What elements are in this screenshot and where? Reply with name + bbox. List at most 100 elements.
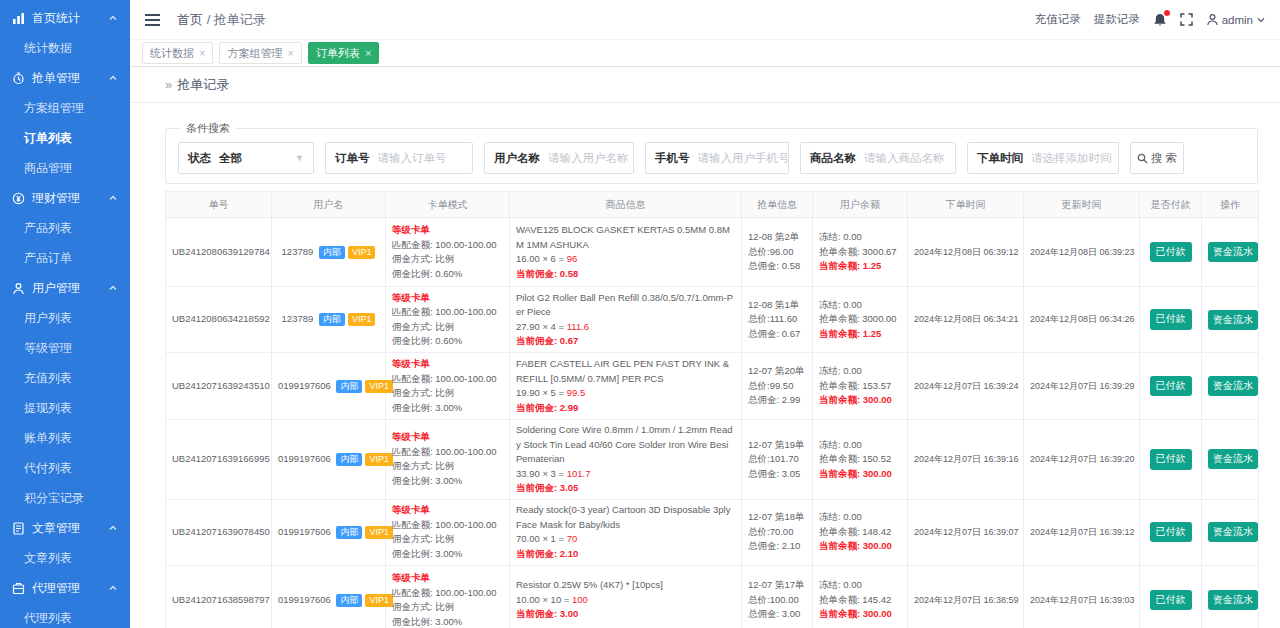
agent-icon [12, 582, 25, 595]
sidebar-item[interactable]: 商品管理 [0, 153, 130, 183]
sidebar-item[interactable]: 订单列表 [0, 123, 130, 153]
paid-badge: 已付款 [1150, 449, 1192, 470]
chart-icon [12, 12, 25, 25]
paid-status: 已付款 [1140, 565, 1202, 628]
fund-flow-button[interactable]: 资金流水 [1208, 590, 1258, 610]
fund-flow-button[interactable]: 资金流水 [1208, 310, 1258, 330]
balance-cell: 冻结: 0.00抢单余额: 145.42当前余额: 300.00 [813, 565, 908, 628]
col-header: 操作 [1202, 192, 1259, 218]
order-no: UB2412071638598797 [166, 565, 272, 628]
sidebar-section-2[interactable]: 理财管理 [0, 183, 130, 213]
close-icon[interactable]: × [199, 47, 205, 59]
vip-badge: VIP1 [365, 526, 393, 539]
updated-time: 2024年12月07日 16:39:29 [1024, 353, 1140, 420]
mode-cell: 等级卡单匹配金额: 100.00-100.00佣金方式: 比例佣金比例: 0.6… [386, 287, 510, 353]
sidebar-item[interactable]: 产品订单 [0, 243, 130, 273]
order-no: UB2412071639078450 [166, 499, 272, 565]
updated-time: 2024年12月08日 06:39:23 [1024, 218, 1140, 287]
sidebar-section-1[interactable]: 抢单管理 [0, 63, 130, 93]
fund-flow-button[interactable]: 资金流水 [1208, 376, 1258, 396]
order-no: UB2412071639166995 [166, 420, 272, 500]
status-select[interactable]: 状态 全部 ▼ [178, 142, 314, 174]
breadcrumb-home[interactable]: 首页 [177, 12, 203, 27]
product-cell: Resistor 0.25W 5% (4K7) * [10pcs]10.00 ×… [510, 565, 742, 628]
fund-flow-button[interactable]: 资金流水 [1208, 449, 1258, 469]
balance-cell: 冻结: 0.00抢单余额: 3000.67当前余额: 1.25 [813, 218, 908, 287]
order-no: UB2412080634218592 [166, 287, 272, 353]
search-field-订单号[interactable]: 订单号请输入订单号 [325, 142, 473, 174]
collapse-menu-icon[interactable] [145, 14, 160, 26]
breadcrumb: 首页 / 抢单记录 [177, 11, 266, 29]
search-field-用户名称[interactable]: 用户名称请输入用户名称 [484, 142, 634, 174]
tab-统计数据[interactable]: 统计数据× [142, 42, 213, 64]
balance-cell: 冻结: 0.00抢单余额: 148.42当前余额: 300.00 [813, 499, 908, 565]
username-cell: 0199197606 内部VIP1 [272, 353, 386, 420]
fund-flow-button[interactable]: 资金流水 [1208, 242, 1258, 262]
mode-cell: 等级卡单匹配金额: 100.00-100.00佣金方式: 比例佣金比例: 3.0… [386, 353, 510, 420]
search-button[interactable]: 搜 索 [1130, 142, 1184, 174]
vip-badge: VIP1 [365, 453, 393, 466]
action-cell: 资金流水 [1202, 353, 1259, 420]
col-header: 用户余额 [813, 192, 908, 218]
table-row: UB24120716385987970199197606 内部VIP1等级卡单匹… [166, 565, 1259, 628]
sidebar-section-0[interactable]: 首页统计 [0, 3, 130, 33]
chevron-up-icon [108, 583, 118, 593]
mode-cell: 等级卡单匹配金额: 100.00-100.00佣金方式: 比例佣金比例: 3.0… [386, 420, 510, 500]
grab-info-cell: 12-07 第17单总价:100.00总佣金: 3.00 [742, 565, 813, 628]
sidebar-section-4[interactable]: 文章管理 [0, 513, 130, 543]
fund-flow-button[interactable]: 资金流水 [1208, 522, 1258, 542]
search-field-下单时间[interactable]: 下单时间请选择添加时间 [967, 142, 1119, 174]
username-label: admin [1222, 14, 1253, 26]
search-field-商品名称[interactable]: 商品名称请输入商品名称 [800, 142, 956, 174]
close-icon[interactable]: × [365, 47, 371, 59]
chevron-down-icon [1256, 15, 1266, 25]
chevron-up-icon [108, 523, 118, 533]
sidebar-item[interactable]: 充值列表 [0, 363, 130, 393]
updated-time: 2024年12月07日 16:39:03 [1024, 565, 1140, 628]
col-header: 抢单信息 [742, 192, 813, 218]
search-field-手机号[interactable]: 手机号请输入用户手机号 [645, 142, 789, 174]
grab-icon [12, 72, 25, 85]
chevron-up-icon [108, 73, 118, 83]
sidebar-item[interactable]: 等级管理 [0, 333, 130, 363]
finance-icon [12, 192, 25, 205]
chevron-up-icon [108, 283, 118, 293]
created-time: 2024年12月08日 06:34:21 [908, 287, 1024, 353]
close-icon[interactable]: × [287, 47, 293, 59]
tab-订单列表[interactable]: 订单列表× [308, 42, 379, 64]
sidebar-item[interactable]: 代付列表 [0, 453, 130, 483]
sidebar-item[interactable]: 产品列表 [0, 213, 130, 243]
sidebar-section-5[interactable]: 代理管理 [0, 573, 130, 603]
paid-badge: 已付款 [1150, 590, 1192, 611]
sidebar-item[interactable]: 代理列表 [0, 603, 130, 628]
paid-badge: 已付款 [1150, 309, 1192, 330]
double-arrow-icon: » [165, 77, 172, 92]
withdraw-record-link[interactable]: 提款记录 [1094, 12, 1140, 27]
user-menu[interactable]: admin [1206, 13, 1266, 26]
grab-info-cell: 12-07 第19单总价:101.70总佣金: 3.05 [742, 420, 813, 500]
sidebar-item[interactable]: 用户列表 [0, 303, 130, 333]
search-legend: 条件搜索 [180, 121, 236, 136]
sidebar-item[interactable]: 方案组管理 [0, 93, 130, 123]
tab-方案组管理[interactable]: 方案组管理× [219, 42, 301, 64]
sidebar-item[interactable]: 账单列表 [0, 423, 130, 453]
internal-badge: 内部 [319, 313, 345, 326]
status-value: 全部 [219, 151, 242, 166]
sidebar-item[interactable]: 积分宝记录 [0, 483, 130, 513]
action-cell: 资金流水 [1202, 218, 1259, 287]
sidebar-section-3[interactable]: 用户管理 [0, 273, 130, 303]
sidebar-item[interactable]: 统计数据 [0, 33, 130, 63]
sidebar-item[interactable]: 文章列表 [0, 543, 130, 573]
col-header: 单号 [166, 192, 272, 218]
sidebar-item[interactable]: 提现列表 [0, 393, 130, 423]
col-header: 下单时间 [908, 192, 1024, 218]
grab-info-cell: 12-07 第20单总价:99.50总佣金: 2.99 [742, 353, 813, 420]
product-cell: Ready stock(0-3 year) Cartoon 3D Disposa… [510, 499, 742, 565]
paid-status: 已付款 [1140, 353, 1202, 420]
product-cell: FABER CASTELL AIR GEL PEN FAST DRY INK &… [510, 353, 742, 420]
recharge-record-link[interactable]: 充值记录 [1035, 12, 1081, 27]
paid-badge: 已付款 [1150, 376, 1192, 397]
bell-icon[interactable] [1153, 13, 1167, 27]
fullscreen-icon[interactable] [1180, 13, 1193, 26]
order-no: UB2412071639243510 [166, 353, 272, 420]
